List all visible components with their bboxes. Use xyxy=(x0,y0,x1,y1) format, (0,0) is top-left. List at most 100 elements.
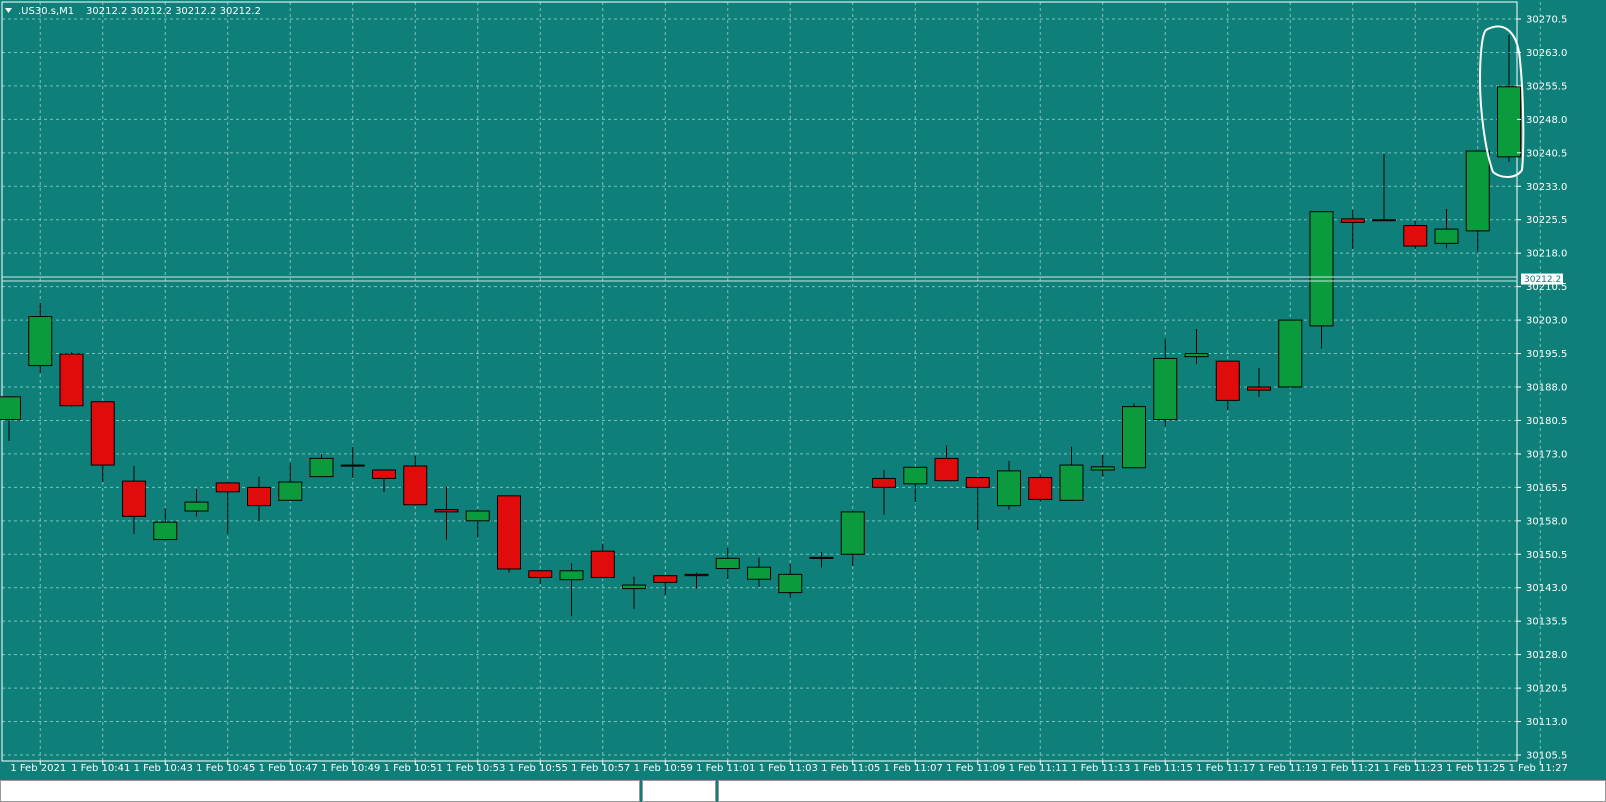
y-tick-label: 30180.5 xyxy=(1526,416,1567,427)
y-tick-label: 30263.0 xyxy=(1526,48,1567,59)
x-tick-label: 1 Feb 10:43 xyxy=(134,763,193,774)
candle-body-bear xyxy=(59,353,84,407)
candle-body-bull xyxy=(1184,353,1209,358)
candle-body-bull xyxy=(747,566,771,580)
x-tick-label: 1 Feb 11:05 xyxy=(821,763,880,774)
candle-body-bull xyxy=(1465,150,1490,232)
y-tick-label: 30203.0 xyxy=(1526,316,1567,327)
candle-body-bear xyxy=(1403,225,1428,247)
candle-body-bull xyxy=(840,511,865,555)
candle xyxy=(497,495,521,573)
x-tick-label: 1 Feb 11:03 xyxy=(759,763,818,774)
candle xyxy=(1028,474,1053,503)
x-tick-label: 1 Feb 10:41 xyxy=(71,763,130,774)
current-price-label: 30212.2 xyxy=(1524,275,1561,285)
y-tick-label: 30120.5 xyxy=(1526,684,1567,695)
candle-body-bull xyxy=(903,466,928,485)
y-tick-label: 30195.5 xyxy=(1526,349,1567,360)
candle-body-bull xyxy=(309,457,334,478)
symbol-label: .US30.s,M1 xyxy=(18,6,74,17)
x-tick-label: 1 Feb 2021 xyxy=(10,763,66,774)
candle-body-bull xyxy=(1278,319,1303,388)
x-tick-label: 1 Feb 11:21 xyxy=(1321,763,1380,774)
x-tick-label: 1 Feb 10:55 xyxy=(509,763,568,774)
y-tick-label: 30225.5 xyxy=(1526,215,1567,226)
chart-header[interactable]: .US30.s,M1 30212.2 30212.2 30212.2 30212… xyxy=(5,6,261,17)
candle-body-bull xyxy=(715,557,740,570)
candle-body-bull xyxy=(340,464,365,467)
candle-body-bull xyxy=(622,584,646,590)
candle-body-bear xyxy=(215,482,240,493)
x-tick-label: 1 Feb 11:07 xyxy=(884,763,943,774)
y-tick-label: 30255.5 xyxy=(1526,81,1567,92)
candle xyxy=(1278,319,1303,388)
candle-body-bull xyxy=(1434,228,1459,244)
x-tick-label: 1 Feb 11:17 xyxy=(1196,763,1255,774)
candle-body-bull xyxy=(1497,86,1521,158)
candle-body-bull xyxy=(465,510,490,522)
x-tick-label: 1 Feb 11:23 xyxy=(1384,763,1443,774)
chart-tab[interactable] xyxy=(0,780,640,802)
candle-body-bear xyxy=(1247,386,1271,391)
candle-body-bull xyxy=(997,470,1021,507)
y-tick-label: 30135.5 xyxy=(1526,617,1567,628)
candle-body-bear xyxy=(90,401,115,466)
x-tick-label: 1 Feb 11:01 xyxy=(696,763,755,774)
x-tick-label: 1 Feb 10:59 xyxy=(634,763,693,774)
x-tick-label: 1 Feb 11:25 xyxy=(1446,763,1505,774)
chart-tab[interactable] xyxy=(642,780,716,802)
candle-body-bull xyxy=(1059,464,1084,501)
x-tick-label: 1 Feb 11:13 xyxy=(1071,763,1130,774)
candle-body-bull xyxy=(1090,466,1115,471)
y-tick-label: 30105.5 xyxy=(1526,751,1567,762)
candle-body-bear xyxy=(934,457,959,482)
candle-body-bear xyxy=(1215,360,1240,401)
x-tick-label: 1 Feb 11:11 xyxy=(1009,763,1068,774)
y-tick-label: 30165.5 xyxy=(1526,483,1567,494)
y-tick-label: 30218.0 xyxy=(1526,249,1567,260)
y-tick-label: 30240.5 xyxy=(1526,148,1567,159)
y-tick-label: 30113.0 xyxy=(1526,717,1567,728)
candle-body-bear xyxy=(122,480,146,517)
candle-body-bear xyxy=(247,486,271,507)
candle-body-bull xyxy=(153,521,178,541)
y-tick-label: 30143.0 xyxy=(1526,583,1567,594)
x-axis: 1 Feb 2021 1 Feb 10:41 1 Feb 10:43 1 Feb 10… xyxy=(10,761,1568,774)
x-tick-label: 1 Feb 11:09 xyxy=(946,763,1005,774)
current-price-tag: 30212.2 xyxy=(1521,273,1563,285)
y-tick-label: 30233.0 xyxy=(1526,182,1567,193)
candle-body-bear xyxy=(528,570,553,578)
y-tick-label: 30188.0 xyxy=(1526,383,1567,394)
chart-background xyxy=(0,0,1606,801)
candle xyxy=(59,352,84,407)
x-tick-label: 1 Feb 10:49 xyxy=(321,763,380,774)
chart-tab[interactable] xyxy=(718,780,1606,802)
x-tick-label: 1 Feb 10:57 xyxy=(571,763,630,774)
candle-body-bear xyxy=(403,465,428,506)
candle-body-bear xyxy=(497,495,521,570)
candle-body-bull xyxy=(1309,211,1334,327)
candle-body-bull xyxy=(278,481,303,501)
candle xyxy=(1122,403,1146,469)
candle-body-bear xyxy=(653,575,678,583)
candle-body-bear xyxy=(372,469,396,479)
x-tick-label: 1 Feb 10:51 xyxy=(384,763,443,774)
x-tick-label: 1 Feb 10:47 xyxy=(259,763,318,774)
candle-body-bear xyxy=(590,550,615,578)
y-tick-label: 30270.5 xyxy=(1526,15,1567,26)
candle-body-bull xyxy=(809,556,834,559)
candle-body-bull xyxy=(1122,406,1146,469)
candle-body-bull xyxy=(28,316,53,367)
candle-body-bear xyxy=(872,477,896,488)
chart-tabs-strip xyxy=(0,779,1606,802)
candle-body-bull xyxy=(1153,357,1178,421)
x-tick-label: 1 Feb 11:27 xyxy=(1509,763,1568,774)
candle-body-bull xyxy=(778,573,803,594)
candle-body-bear xyxy=(965,477,990,488)
price-chart[interactable]: 30270.5 30263.0 30255.5 30248.0 30240.5 30233… xyxy=(0,0,1606,801)
candle-body-bear xyxy=(434,509,459,513)
candle-body-bear xyxy=(684,573,709,577)
candle-body-bull xyxy=(1372,219,1396,222)
candle-body-bull xyxy=(184,501,209,512)
x-tick-label: 1 Feb 10:45 xyxy=(196,763,255,774)
